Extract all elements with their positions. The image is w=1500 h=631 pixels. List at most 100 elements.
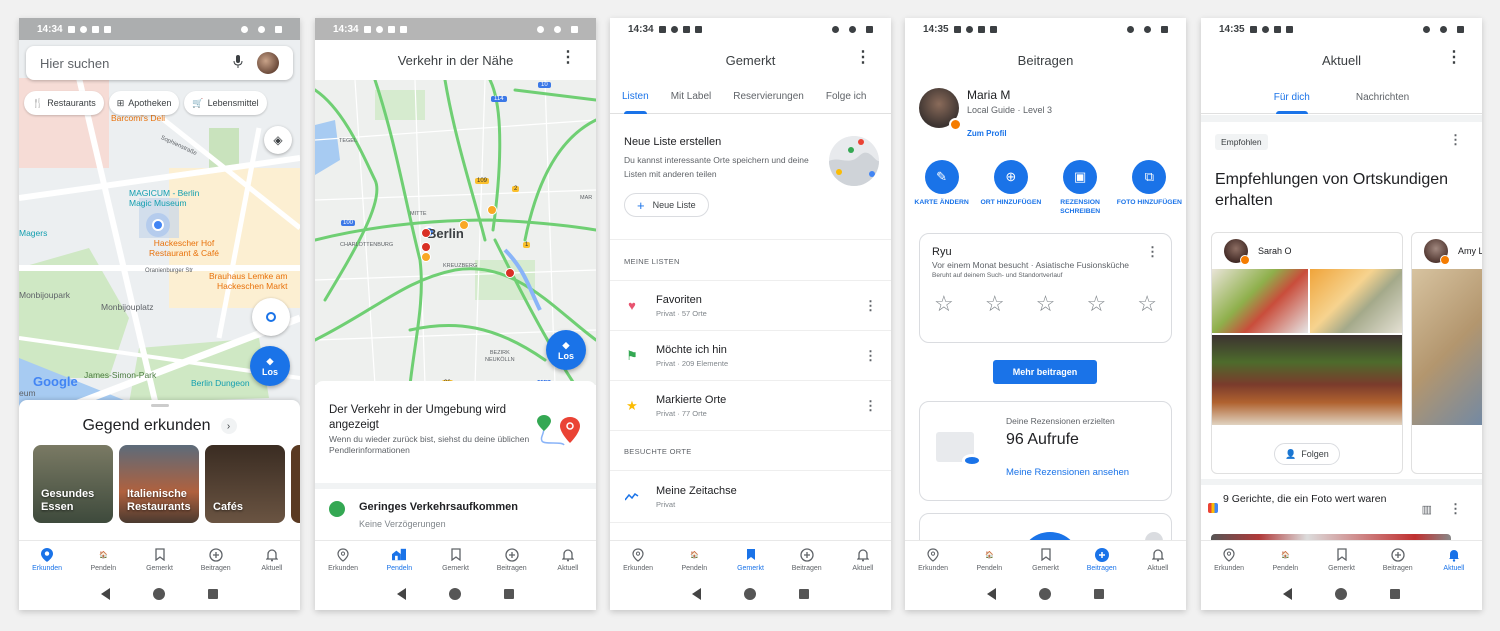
chip-apotheken[interactable]: ⊞ Apotheken — [108, 91, 180, 115]
map-icon[interactable]: ▥ — [1422, 503, 1432, 516]
edit-map-button[interactable]: ✎ KARTE ÄNDERN — [909, 160, 975, 217]
nav-gemerkt[interactable]: Gemerkt — [1313, 541, 1369, 578]
recents-button[interactable] — [799, 589, 810, 599]
nav-gemerkt[interactable]: Gemerkt — [1017, 541, 1073, 578]
nav-aktuell[interactable]: Aktuell — [540, 541, 596, 578]
more-vert-icon[interactable]: ⋮ — [1449, 132, 1462, 148]
nav-pendeln[interactable]: 🏠 Pendeln — [75, 541, 131, 578]
food-photo[interactable] — [1212, 335, 1402, 425]
nav-erkunden[interactable]: Erkunden — [19, 541, 75, 578]
local-guide-card[interactable]: Amy L — [1411, 232, 1482, 474]
category-card[interactable]: Gesundes Essen — [33, 445, 113, 523]
directions-button[interactable]: ◆ Los — [250, 346, 290, 386]
dish-list-card[interactable]: 9 Gerichte, die ein Foto wert waren ▥ ⋮ — [1201, 485, 1482, 545]
road-closed-icon[interactable] — [421, 242, 431, 252]
nav-erkunden[interactable]: Erkunden — [610, 541, 666, 578]
more-vert-icon[interactable]: ⋮ — [864, 298, 877, 314]
chip-lebensmittel[interactable]: 🛒 Lebensmittel — [184, 91, 267, 115]
my-location-button[interactable] — [252, 298, 290, 336]
road-closed-icon[interactable] — [505, 268, 515, 278]
new-list-button[interactable]: + Neue Liste — [624, 193, 709, 218]
nav-gemerkt[interactable]: Gemerkt — [131, 541, 187, 578]
add-photo-button[interactable]: ⧉ FOTO HINZUFÜGEN — [1116, 160, 1182, 217]
profile-avatar[interactable] — [919, 88, 962, 131]
my-reviews-link[interactable]: Meine Rezensionen ansehen — [1006, 467, 1171, 478]
more-vert-icon[interactable]: ⋮ — [864, 348, 877, 364]
search-input[interactable]: Hier suchen — [26, 46, 293, 80]
nav-beitragen[interactable]: Beitragen — [1370, 541, 1426, 578]
incident-icon[interactable] — [459, 220, 469, 230]
nav-pendeln[interactable]: 🏠 Pendeln — [666, 541, 722, 578]
food-photo[interactable] — [1212, 269, 1308, 333]
food-photo[interactable] — [1310, 269, 1402, 333]
nav-pendeln[interactable]: 🏠 Pendeln — [1257, 541, 1313, 578]
nav-aktuell[interactable]: Aktuell — [1426, 541, 1482, 578]
write-review-button[interactable]: ▣ REZENSION SCHREIBEN — [1047, 160, 1113, 217]
back-button[interactable] — [986, 588, 996, 600]
explore-header[interactable]: Gegend erkunden › — [19, 417, 300, 435]
home-button[interactable] — [743, 588, 756, 600]
traffic-map[interactable]: Berlin TEGEL MITTE CHARLOTTENBURG KREUZB… — [315, 80, 596, 385]
tab-fuer-dich[interactable]: Für dich — [1274, 80, 1310, 114]
nav-pendeln[interactable]: Pendeln — [371, 541, 427, 578]
star-1-icon[interactable]: ☆ — [934, 293, 954, 315]
list-item[interactable]: ♥ Favoriten Privat · 57 Orte ⋮ — [610, 281, 891, 331]
traffic-status-row[interactable]: Geringes Verkehrsaufkommen Keine Verzöger… — [315, 483, 596, 540]
chevron-right-icon[interactable]: › — [220, 418, 237, 434]
category-card[interactable]: Italienische Restaurants — [119, 445, 199, 523]
profile-link[interactable]: Zum Profil — [967, 129, 1007, 138]
nav-aktuell[interactable]: Aktuell — [835, 541, 891, 578]
map-poi[interactable]: Brauhaus Lemke am Hackeschen Markt — [209, 271, 287, 291]
recents-button[interactable] — [1094, 589, 1105, 599]
recents-button[interactable] — [208, 589, 219, 599]
more-vert-icon[interactable]: ⋮ — [1446, 50, 1462, 66]
list-item[interactable]: ★ Markierte Orte Privat · 77 Orte ⋮ — [610, 381, 891, 431]
more-contribute-button[interactable]: Mehr beitragen — [993, 360, 1097, 384]
home-button[interactable] — [1334, 588, 1347, 600]
back-button[interactable] — [691, 588, 701, 600]
back-button[interactable] — [1282, 588, 1292, 600]
road-closed-icon[interactable] — [421, 228, 431, 238]
home-button[interactable] — [152, 588, 165, 600]
map-poi[interactable]: Magers — [19, 228, 47, 238]
back-button[interactable] — [396, 588, 406, 600]
recents-button[interactable] — [1390, 589, 1401, 599]
recents-button[interactable] — [504, 589, 515, 599]
layers-button[interactable]: ◈ — [264, 126, 292, 154]
tab-folge-ich[interactable]: Folge ich — [826, 80, 867, 114]
more-vert-icon[interactable]: ⋮ — [864, 398, 877, 414]
star-2-icon[interactable]: ☆ — [985, 293, 1005, 315]
incident-icon[interactable] — [421, 252, 431, 262]
sheet-handle[interactable] — [150, 404, 169, 407]
star-3-icon[interactable]: ☆ — [1036, 293, 1056, 315]
account-avatar[interactable] — [257, 52, 279, 74]
map-poi[interactable]: MAGICUM - Berlin Magic Museum — [129, 188, 199, 208]
follow-button[interactable]: 👤 Folgen — [1274, 443, 1340, 465]
star-4-icon[interactable]: ☆ — [1086, 293, 1106, 315]
list-item-timeline[interactable]: Meine Zeitachse Privat — [610, 471, 891, 523]
home-button[interactable] — [1038, 588, 1051, 600]
nav-erkunden[interactable]: Erkunden — [905, 541, 961, 578]
map-poi[interactable]: Berlin Dungeon — [191, 378, 250, 388]
category-card[interactable] — [291, 445, 300, 523]
map-poi[interactable]: Hackescher Hof Restaurant & Café — [149, 238, 219, 258]
nav-pendeln[interactable]: 🏠 Pendeln — [961, 541, 1017, 578]
tab-nachrichten[interactable]: Nachrichten — [1356, 80, 1409, 114]
nav-erkunden[interactable]: Erkunden — [1201, 541, 1257, 578]
nav-beitragen[interactable]: Beitragen — [484, 541, 540, 578]
nav-beitragen[interactable]: Beitragen — [779, 541, 835, 578]
incident-icon[interactable] — [487, 205, 497, 215]
star-5-icon[interactable]: ☆ — [1137, 293, 1157, 315]
more-vert-icon[interactable]: ⋮ — [560, 50, 576, 66]
local-guide-card[interactable]: Sarah O 👤 Folgen — [1211, 232, 1403, 474]
home-button[interactable] — [448, 588, 461, 600]
more-vert-icon[interactable]: ⋮ — [855, 50, 871, 66]
tab-listen[interactable]: Listen — [622, 80, 649, 114]
tab-mit-label[interactable]: Mit Label — [671, 80, 712, 114]
nav-aktuell[interactable]: Aktuell — [244, 541, 300, 578]
add-place-button[interactable]: ⊕ ORT HINZUFÜGEN — [978, 160, 1044, 217]
more-vert-icon[interactable]: ⋮ — [1146, 244, 1159, 260]
directions-button[interactable]: ◆ Los — [546, 330, 586, 370]
chip-restaurants[interactable]: 🍴 Restaurants — [24, 91, 104, 115]
tab-reservierungen[interactable]: Reservierungen — [733, 80, 804, 114]
